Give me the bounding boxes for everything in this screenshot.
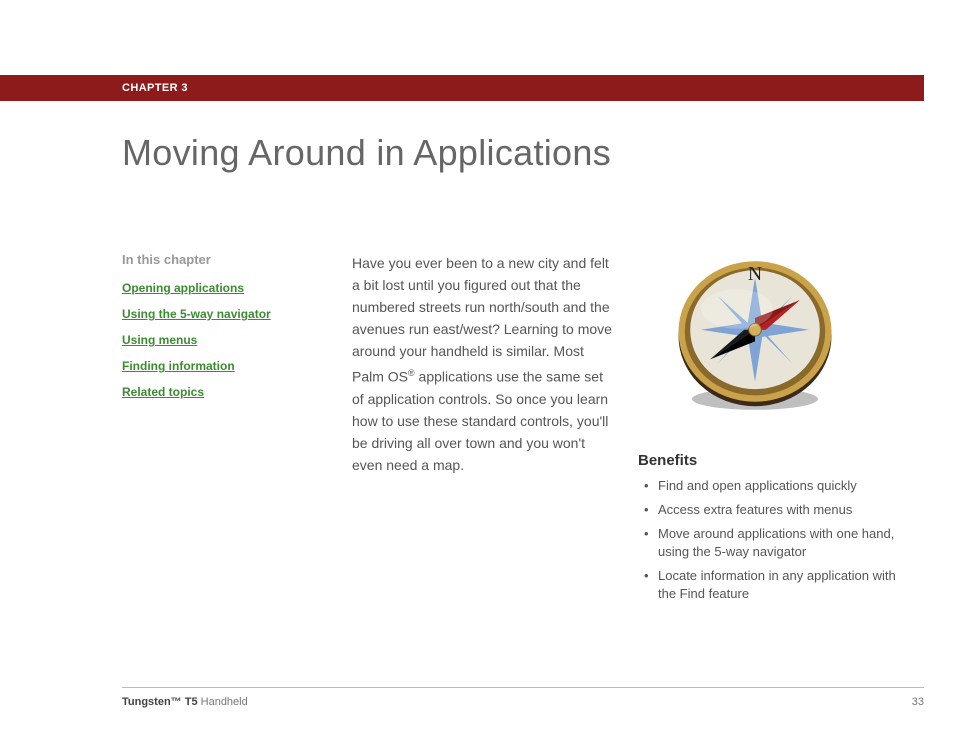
footer-product-name: Tungsten™ T5 [122, 696, 198, 708]
intro-text-part1: Have you ever been to a new city and fel… [352, 255, 612, 385]
benefits-heading: Benefits [638, 452, 908, 469]
benefit-item: Locate information in any application wi… [648, 567, 908, 603]
registered-mark: ® [408, 368, 415, 378]
toc-link-finding-information[interactable]: Finding information [122, 359, 322, 373]
toc-link-opening-applications[interactable]: Opening applications [122, 281, 322, 295]
chapter-label: CHAPTER 3 [122, 82, 188, 94]
benefits-list: Find and open applications quickly Acces… [638, 477, 908, 603]
page-title: Moving Around in Applications [122, 132, 611, 174]
toc-link-using-menus[interactable]: Using menus [122, 333, 322, 347]
compass-icon: N [660, 246, 850, 426]
in-this-chapter-heading: In this chapter [122, 252, 322, 267]
footer-page-number: 33 [912, 696, 924, 708]
page-footer: Tungsten™ T5 Handheld 33 [122, 696, 924, 708]
benefit-item: Move around applications with one hand, … [648, 525, 908, 561]
in-this-chapter-section: In this chapter Opening applications Usi… [122, 252, 322, 411]
toc-link-related-topics[interactable]: Related topics [122, 385, 322, 399]
intro-paragraph: Have you ever been to a new city and fel… [352, 252, 612, 476]
benefit-item: Find and open applications quickly [648, 477, 908, 495]
toc-link-5way-navigator[interactable]: Using the 5-way navigator [122, 307, 322, 321]
footer-divider [122, 687, 924, 688]
svg-text:N: N [748, 263, 762, 285]
chapter-bar: CHAPTER 3 [0, 75, 924, 101]
benefits-section: Benefits Find and open applications quic… [638, 452, 908, 609]
benefit-item: Access extra features with menus [648, 501, 908, 519]
footer-product-rest: Handheld [198, 696, 248, 708]
footer-product: Tungsten™ T5 Handheld [122, 696, 248, 708]
